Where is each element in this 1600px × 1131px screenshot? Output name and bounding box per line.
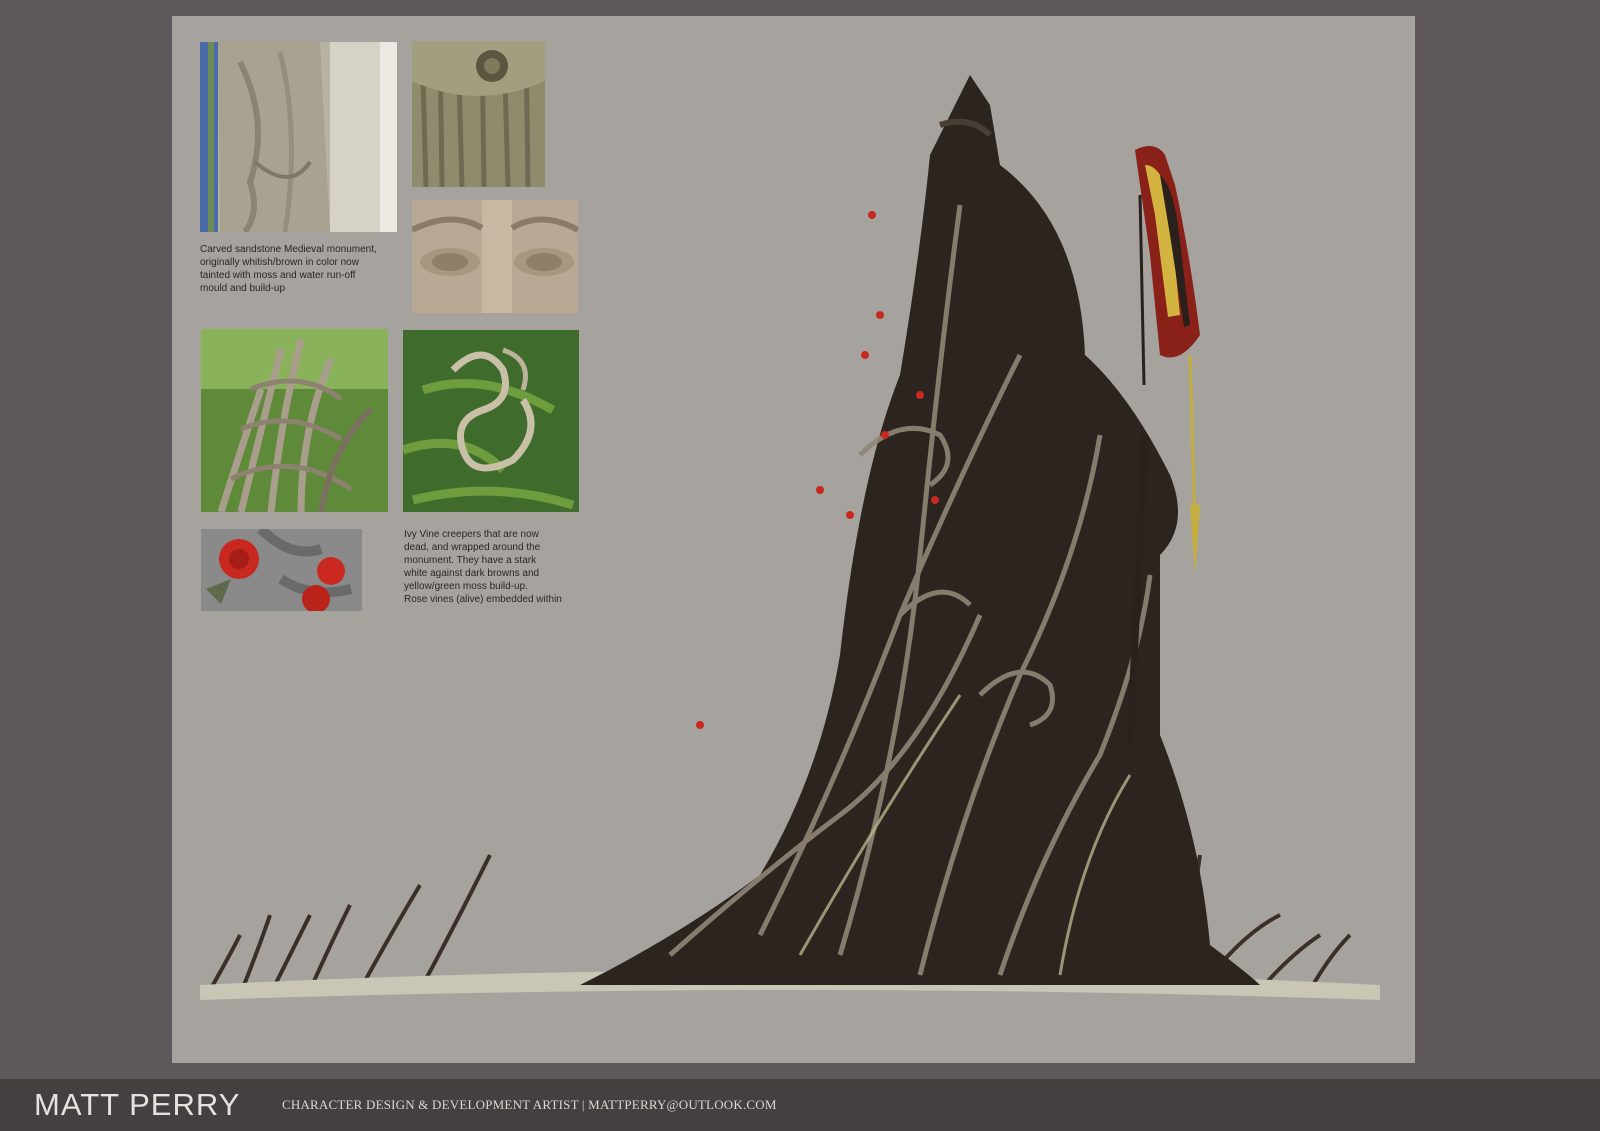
artist-tagline: CHARACTER DESIGN & DEVELOPMENT ARTIST | …	[282, 1097, 777, 1112]
footer-bar: MATT PERRY CHARACTER DESIGN & DEVELOPMEN…	[0, 1079, 1600, 1131]
artist-name: MATT PERRY	[34, 1087, 241, 1122]
monument-artwork	[200, 55, 1415, 1035]
